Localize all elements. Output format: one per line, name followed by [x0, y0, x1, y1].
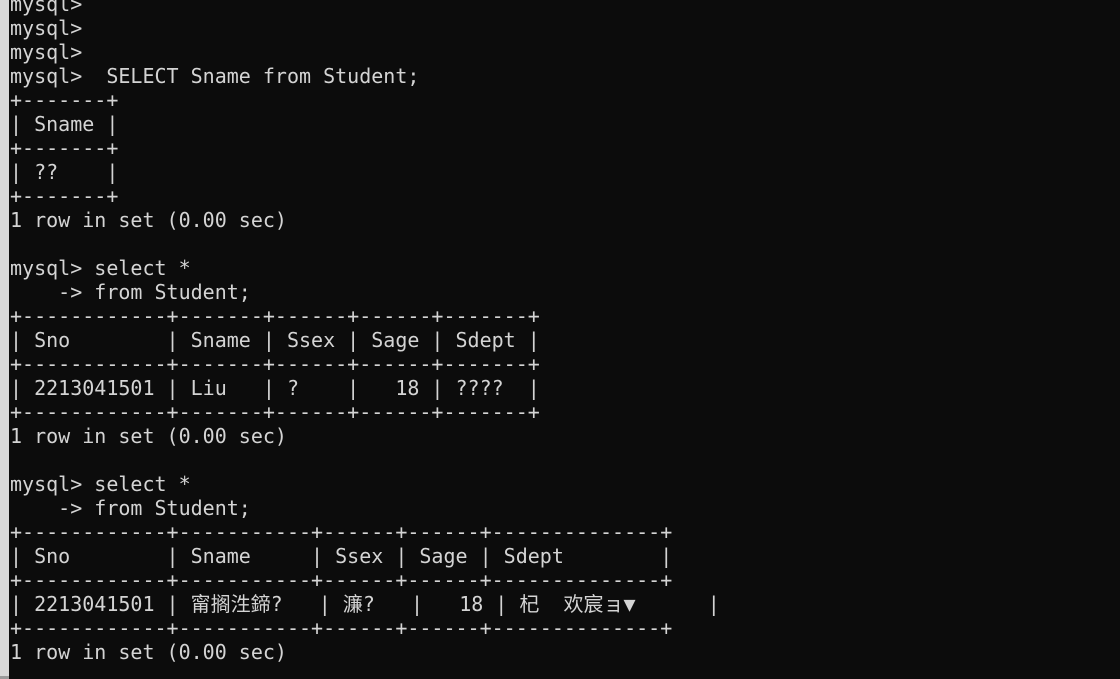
table-border: +------------+-----------+------+------+… [10, 616, 673, 640]
terminal-window[interactable]: mysql> mysql> mysql> mysql> SELECT Sname… [0, 0, 1120, 679]
table-header-row: | Sno | Sname | Ssex | Sage | Sdept | [10, 328, 540, 352]
table-border: +------------+-------+------+------+----… [10, 352, 540, 376]
table-border: +------------+-------+------+------+----… [10, 400, 540, 424]
continuation-line: -> from Student; [10, 496, 251, 520]
prompt-line: mysql> [10, 0, 83, 16]
table-row: | ?? | [10, 160, 119, 184]
window-left-edge [0, 0, 9, 679]
table-border: +-------+ [10, 136, 119, 160]
command-line: mysql> select * [10, 472, 191, 496]
continuation-line: -> from Student; [10, 280, 251, 304]
table-row: | 2213041501 | Liu | ? | 18 | ???? | [10, 376, 540, 400]
command-line: mysql> SELECT Sname from Student; [10, 64, 420, 88]
table-header-row: | Sno | Sname | Ssex | Sage | Sdept | [10, 544, 673, 568]
prompt-line: mysql> [10, 40, 83, 64]
result-summary: 1 row in set (0.00 sec) [10, 208, 287, 232]
result-summary: 1 row in set (0.00 sec) [10, 424, 287, 448]
table-border: +------------+-----------+------+------+… [10, 568, 673, 592]
command-line: mysql> select * [10, 256, 191, 280]
table-header-row: | Sname | [10, 112, 119, 136]
table-row: | 2213041501 | 甯搁泩鍗? | 濂? | 18 | 杞 欢宸ョ▼ … [10, 592, 720, 616]
table-border: +------------+-----------+------+------+… [10, 520, 673, 544]
result-summary: 1 row in set (0.00 sec) [10, 640, 287, 664]
prompt-line: mysql> [10, 16, 83, 40]
table-border: +-------+ [10, 184, 119, 208]
table-border: +------------+-------+------+------+----… [10, 304, 540, 328]
table-border: +-------+ [10, 88, 119, 112]
